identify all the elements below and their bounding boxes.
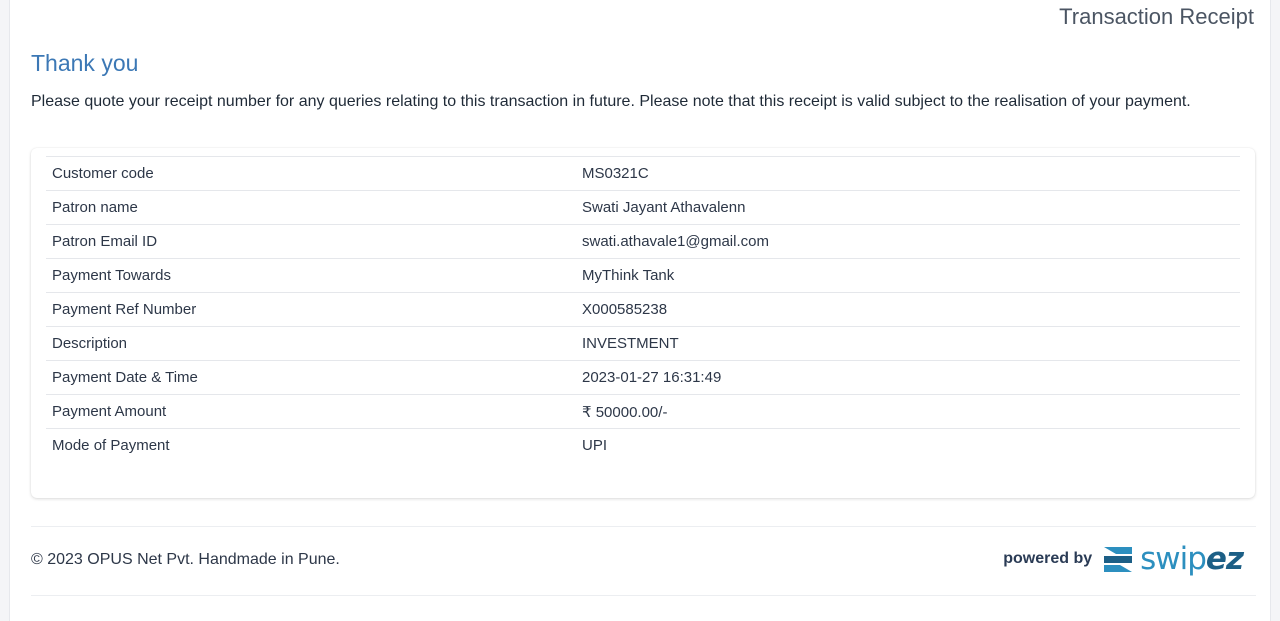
receipt-page: Transaction Receipt Thank you Please quo… [9, 0, 1271, 621]
table-row: Payment Date & Time 2023-01-27 16:31:49 [46, 360, 1240, 395]
footer-divider-top [31, 526, 1256, 527]
powered-by-swipez[interactable]: powered by swipez [1003, 540, 1244, 577]
detail-value: ₹ 50000.00/- [576, 394, 1240, 429]
detail-label: Patron name [46, 190, 576, 225]
receipt-note: Please quote your receipt number for any… [31, 93, 1191, 110]
table-row: Payment Ref Number X000585238 [46, 292, 1240, 327]
detail-label: Patron Email ID [46, 224, 576, 259]
detail-value: Swati Jayant Athavalenn [576, 190, 1240, 225]
detail-label: Payment Ref Number [46, 292, 576, 327]
table-row: Customer code MS0321C [46, 156, 1240, 191]
detail-value: MS0321C [576, 156, 1240, 191]
copyright-text: © 2023 OPUS Net Pvt. Handmade in Pune. [31, 551, 340, 568]
detail-label: Payment Date & Time [46, 360, 576, 395]
detail-value: INVESTMENT [576, 326, 1240, 361]
detail-value: 2023-01-27 16:31:49 [576, 360, 1240, 395]
logo-text-accent: ez [1205, 540, 1244, 577]
detail-label: Payment Amount [46, 394, 576, 429]
table-row: Patron Email ID swati.athavale1@gmail.co… [46, 224, 1240, 259]
table-row: Payment Amount ₹ 50000.00/- [46, 394, 1240, 429]
detail-label: Customer code [46, 156, 576, 191]
detail-label: Payment Towards [46, 258, 576, 293]
transaction-details-card: Customer code MS0321C Patron name Swati … [31, 148, 1255, 498]
detail-value: swati.athavale1@gmail.com [576, 224, 1240, 259]
detail-value: MyThink Tank [576, 258, 1240, 293]
detail-label: Mode of Payment [46, 428, 576, 462]
footer-divider-bottom [31, 595, 1256, 596]
swipez-logo-wordmark: swipez [1140, 540, 1244, 577]
table-row: Description INVESTMENT [46, 326, 1240, 361]
thank-you-heading: Thank you [31, 50, 139, 76]
table-row: Mode of Payment UPI [46, 428, 1240, 462]
logo-text-main: swip [1140, 540, 1207, 577]
detail-value: X000585238 [576, 292, 1240, 327]
swipez-logo-icon [1104, 547, 1133, 572]
transaction-details-table: Customer code MS0321C Patron name Swati … [46, 156, 1240, 462]
table-row: Payment Towards MyThink Tank [46, 258, 1240, 293]
detail-value: UPI [576, 428, 1240, 462]
table-row: Patron name Swati Jayant Athavalenn [46, 190, 1240, 225]
page-title: Transaction Receipt [1059, 4, 1254, 29]
powered-by-label: powered by [1003, 550, 1093, 567]
detail-label: Description [46, 326, 576, 361]
